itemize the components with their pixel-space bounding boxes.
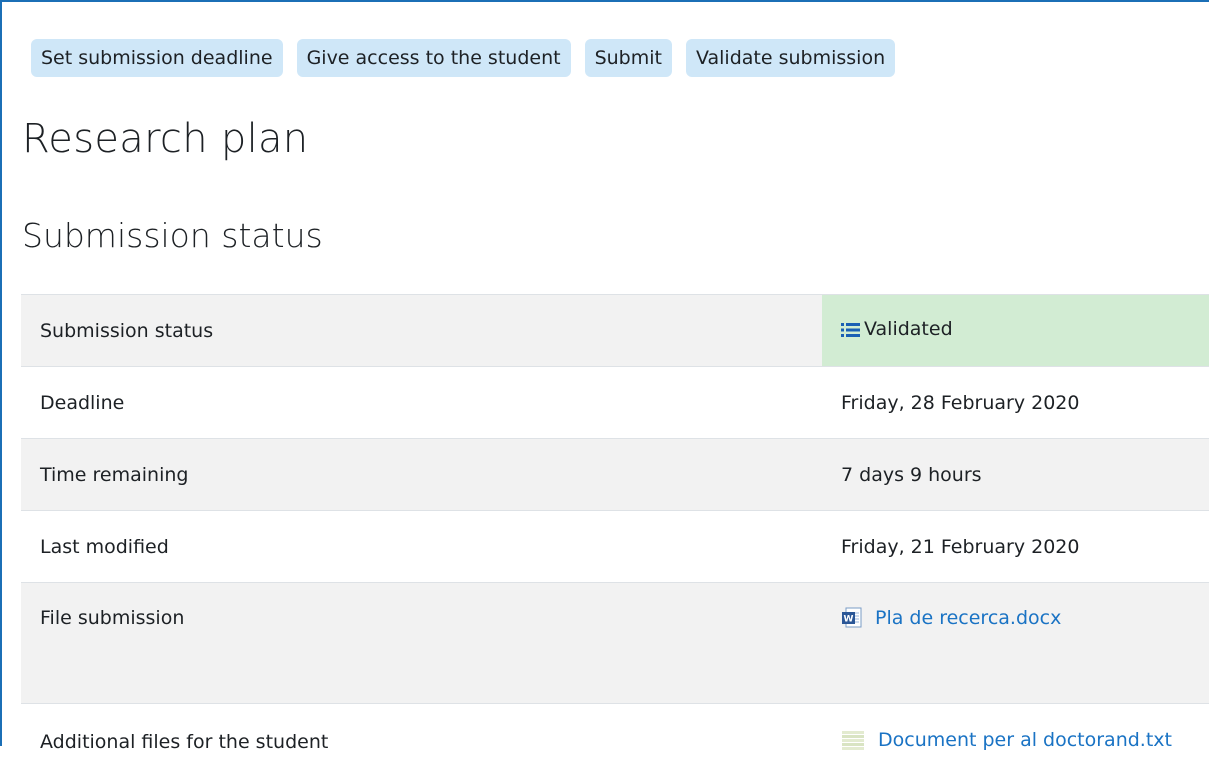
page-title: Research plan — [22, 116, 308, 162]
table-row: Deadline Friday, 28 February 2020 — [21, 367, 1209, 439]
table-row: Additional files for the student Documen… — [21, 704, 1209, 780]
table-row: Time remaining 7 days 9 hours — [21, 439, 1209, 511]
section-title: Submission status — [22, 216, 323, 255]
time-remaining-value: 7 days 9 hours — [822, 439, 1209, 511]
text-file-icon — [841, 729, 865, 756]
row-label: Time remaining — [21, 439, 822, 511]
additional-file-link[interactable]: Document per al doctorand.txt — [878, 729, 1172, 751]
list-icon — [841, 321, 860, 343]
submitted-file-link[interactable]: Pla de recerca.docx — [875, 607, 1061, 629]
row-label: Last modified — [21, 511, 822, 583]
status-value-cell: Validated — [822, 295, 1209, 367]
submission-status-table: Submission status Validated — [21, 294, 1209, 780]
word-document-icon: W — [841, 607, 863, 634]
row-label: Additional files for the student — [21, 704, 822, 780]
row-label: File submission — [21, 583, 822, 704]
give-access-button[interactable]: Give access to the student — [297, 39, 571, 77]
validate-submission-button[interactable]: Validate submission — [686, 39, 895, 77]
action-toolbar: Set submission deadline Give access to t… — [31, 39, 895, 77]
deadline-value: Friday, 28 February 2020 — [822, 367, 1209, 439]
last-modified-value: Friday, 21 February 2020 — [822, 511, 1209, 583]
set-submission-deadline-button[interactable]: Set submission deadline — [31, 39, 283, 77]
submit-button[interactable]: Submit — [585, 39, 672, 77]
table-row: Last modified Friday, 21 February 2020 — [21, 511, 1209, 583]
row-label: Deadline — [21, 367, 822, 439]
svg-text:W: W — [844, 615, 854, 625]
table-row: File submission W Pla de recerca.docx — [21, 583, 1209, 704]
file-submission-cell: W Pla de recerca.docx — [822, 583, 1209, 704]
table-row: Submission status Validated — [21, 295, 1209, 367]
status-value: Validated — [864, 318, 953, 340]
additional-files-cell: Document per al doctorand.txt — [822, 704, 1209, 780]
main-panel: Set submission deadline Give access to t… — [0, 0, 1209, 746]
row-label: Submission status — [21, 295, 822, 367]
